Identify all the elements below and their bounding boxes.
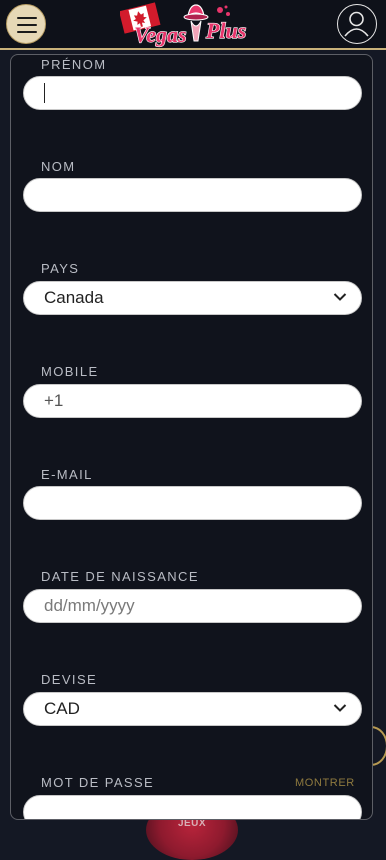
devise-value: CAD [44,699,80,718]
hamburger-icon [17,17,37,19]
password-input[interactable] [23,795,362,819]
registration-form-modal: PRÉNOM NOM PAYS Canada MOBILE +1 E-MAIL … [10,54,373,820]
menu-button[interactable] [6,4,46,44]
user-account-button[interactable] [337,4,377,44]
dob-label: DATE DE NAISSANCE [41,569,199,584]
mobile-label: MOBILE [41,364,99,379]
mobile-value: +1 [44,391,64,410]
mobile-input[interactable]: +1 [23,384,362,418]
prenom-label: PRÉNOM [41,57,107,72]
pays-select[interactable]: Canada [23,281,362,315]
nom-input[interactable] [23,178,362,212]
show-password-link[interactable]: MONTRER [295,777,355,789]
chevron-down-icon [333,293,347,301]
email-label: E-MAIL [41,467,93,482]
email-input[interactable] [23,486,362,520]
vegas-plus-logo[interactable]: Vegas Plus [120,2,266,48]
svg-text:Plus: Plus [205,18,246,43]
dob-input[interactable]: dd/mm/yyyy [23,589,362,623]
top-header: Vegas Plus [0,0,386,50]
prenom-input[interactable] [23,76,362,110]
devise-select[interactable]: CAD [23,692,362,726]
password-label: MOT DE PASSE [41,775,155,790]
svg-text:Vegas: Vegas [134,22,187,47]
pays-value: Canada [44,288,104,307]
dob-placeholder: dd/mm/yyyy [44,596,135,615]
chevron-down-icon [333,704,347,712]
text-caret [44,83,45,103]
pays-label: PAYS [41,261,80,276]
nom-label: NOM [41,159,76,174]
user-icon [344,11,369,37]
devise-label: DEVISE [41,672,98,687]
